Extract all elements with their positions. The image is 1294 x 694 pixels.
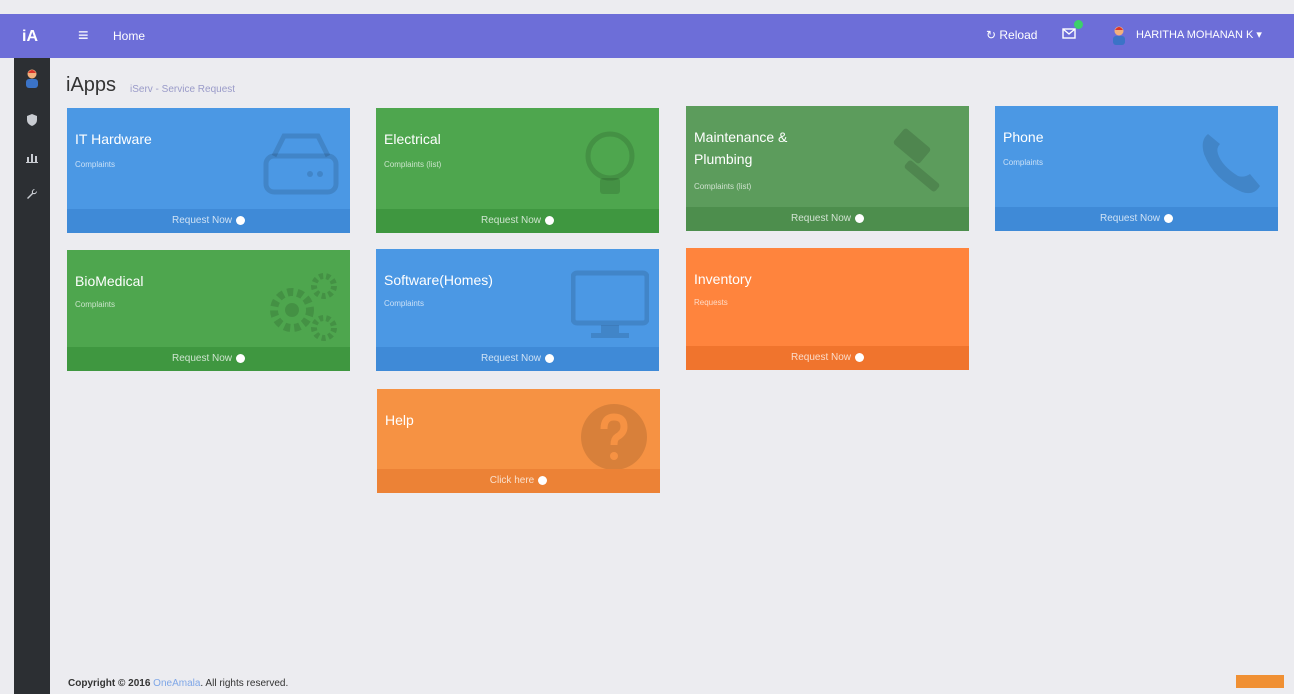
footer-label: Click here (489, 475, 535, 486)
tile-title: BioMedical (75, 273, 144, 289)
gavel-icon (893, 128, 940, 192)
tile-subtitle: Complaints (list) (694, 182, 752, 191)
footer-label: Request Now (171, 215, 233, 226)
top-navbar: ≡ Home ↻ Reload HARITHA MOHANAN K ▾ (0, 14, 1294, 58)
gears-icon (270, 273, 337, 341)
footer-label: Request Now (790, 352, 852, 363)
monitor-icon (571, 270, 649, 338)
tile-subtitle: Requests (694, 298, 728, 307)
tile-inventory[interactable]: Inventory Requests Request Now (686, 248, 969, 370)
tile-subtitle: Complaints (75, 160, 116, 169)
tile-subtitle: Complaints (1003, 158, 1044, 167)
tile-maintenance-plumbing[interactable]: Maintenance & Plumbing Complaints (list)… (686, 106, 969, 231)
tile-title: Software(Homes) (384, 272, 493, 288)
arrow-circle-icon (545, 215, 555, 225)
tile-help[interactable]: Help Click here (377, 389, 660, 493)
envelope-icon[interactable] (1062, 26, 1076, 42)
tile-phone[interactable]: Phone Complaints Request Now (995, 106, 1278, 231)
hamburger-icon[interactable]: ≡ (78, 26, 89, 44)
tile-title: Help (385, 412, 414, 428)
hard-drive-icon (263, 133, 339, 195)
question-icon (581, 404, 647, 470)
shield-icon[interactable] (14, 114, 50, 129)
tile-biomedical[interactable]: BioMedical Complaints Request Now (67, 250, 350, 371)
lightbulb-icon (585, 131, 635, 194)
footer-label: Request Now (480, 353, 542, 364)
tile-title-line2: Plumbing (694, 151, 753, 167)
arrow-circle-icon (855, 352, 865, 362)
tile-subtitle: Complaints (384, 299, 425, 308)
avatar-icon[interactable] (14, 68, 50, 91)
user-menu[interactable]: HARITHA MOHANAN K ▾ (1136, 28, 1262, 41)
arrow-circle-icon (236, 353, 246, 363)
request-now-link[interactable]: Request Now (67, 347, 350, 371)
arrow-circle-icon (236, 215, 246, 225)
notification-badge (1074, 20, 1083, 29)
tile-subtitle: Complaints (75, 300, 116, 309)
user-avatar-icon[interactable] (1110, 25, 1128, 45)
copyright-text: Copyright © 2016 OneAmala. All rights re… (68, 678, 288, 689)
sidebar (14, 58, 50, 694)
tile-title: IT Hardware (75, 131, 152, 147)
tile-title: Electrical (384, 131, 441, 147)
page-title: iApps (66, 74, 117, 96)
home-link[interactable]: Home (113, 29, 145, 43)
copyright-prefix: Copyright © 2016 (68, 678, 151, 689)
tile-title: Phone (1003, 129, 1044, 145)
tile-title: Inventory (694, 271, 752, 287)
arrow-circle-icon (855, 213, 865, 223)
tile-subtitle: Complaints (list) (384, 160, 442, 169)
company-link[interactable]: OneAmala (153, 678, 200, 689)
footer-label: Request Now (480, 215, 542, 226)
arrow-circle-icon (538, 475, 548, 485)
tile-title-line1: Maintenance & (694, 129, 788, 145)
envelope-icon-svg (1062, 28, 1076, 39)
footer-label: Request Now (1099, 213, 1161, 224)
arrow-circle-icon (545, 353, 555, 363)
request-now-link[interactable]: Request Now (67, 209, 350, 233)
page-subtitle: iServ - Service Request (130, 84, 236, 95)
request-now-link[interactable]: Request Now (686, 207, 969, 231)
tile-it-hardware[interactable]: IT Hardware Complaints Request Now (67, 108, 350, 233)
request-now-link[interactable]: Request Now (376, 209, 659, 233)
wrench-icon[interactable] (14, 188, 50, 203)
arrow-circle-icon (1164, 213, 1174, 223)
phone-icon (1202, 134, 1260, 194)
tile-electrical[interactable]: Electrical Complaints (list) Request Now (376, 108, 659, 233)
tile-title: Maintenance & Plumbing (694, 126, 787, 170)
request-now-link[interactable]: Request Now (995, 207, 1278, 231)
version-badge (1236, 675, 1284, 688)
request-now-link[interactable]: Request Now (686, 346, 969, 370)
footer-label: Request Now (790, 213, 852, 224)
click-here-link[interactable]: Click here (377, 469, 660, 493)
reload-button[interactable]: ↻ Reload (986, 28, 1037, 42)
chart-icon[interactable] (14, 152, 50, 166)
brand-logo[interactable]: iA (10, 19, 50, 55)
tile-software-homes[interactable]: Software(Homes) Complaints Request Now (376, 249, 659, 371)
footer-label: Request Now (171, 353, 233, 364)
copyright-suffix: . All rights reserved. (200, 678, 289, 689)
request-now-link[interactable]: Request Now (376, 347, 659, 371)
